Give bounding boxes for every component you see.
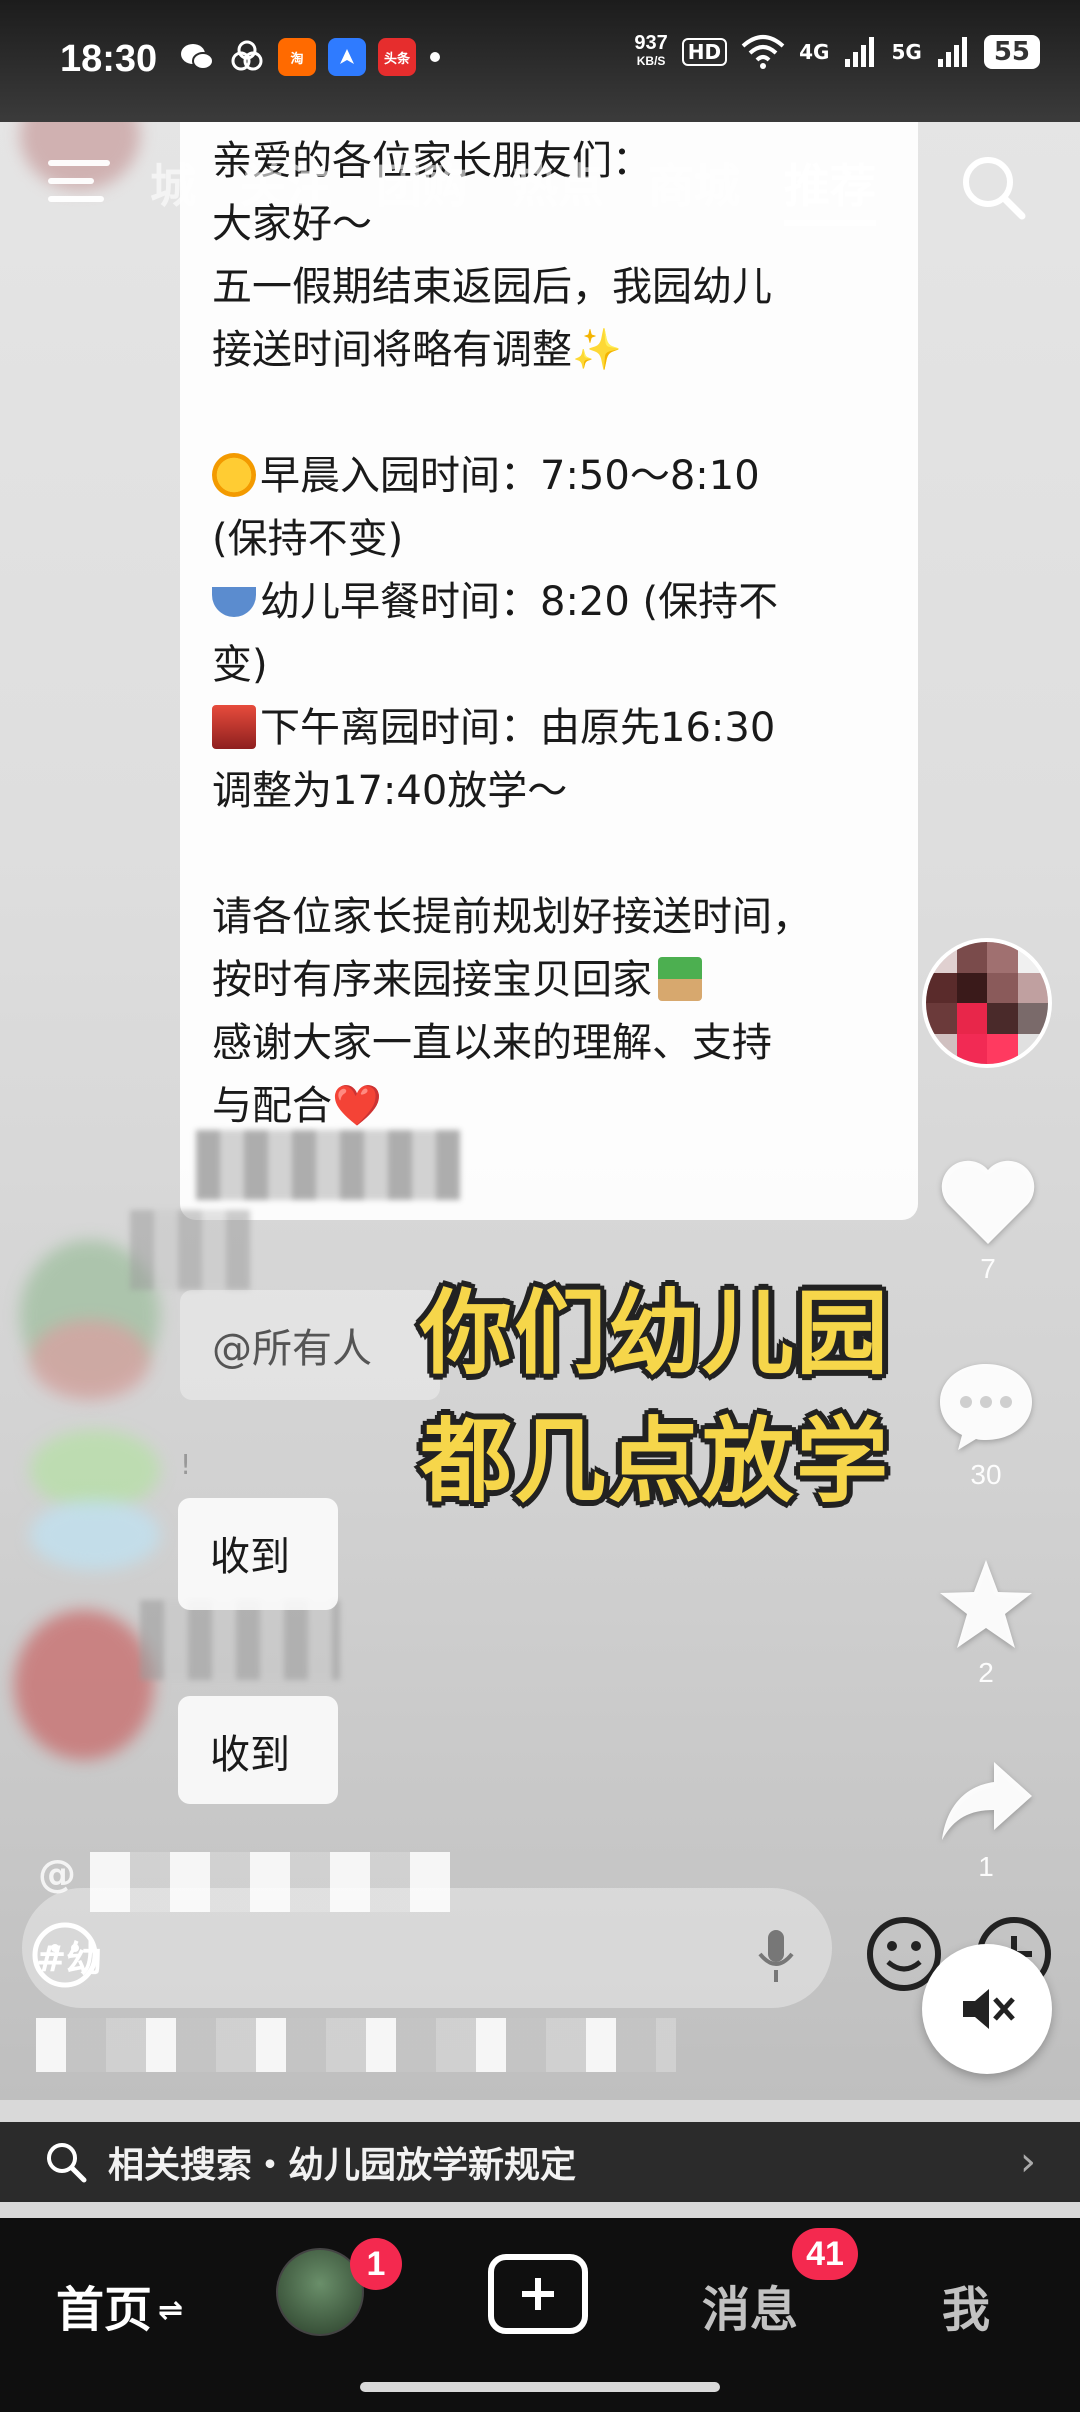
wifi-icon: [741, 35, 785, 69]
network-type-2: 5G: [891, 40, 922, 64]
afternoon-time: 下午离园时间：由原先16:30: [212, 697, 886, 760]
caption-line-2: 都几点放学: [420, 1408, 891, 1515]
heart-emoji-icon: ❤️: [332, 1083, 382, 1129]
creator-avatar[interactable]: [922, 938, 1052, 1068]
morning-note: (保持不变): [212, 516, 404, 562]
signal-icon: [937, 37, 967, 67]
share-button[interactable]: 1: [926, 1756, 1046, 1883]
tab-mall[interactable]: 商城: [648, 150, 740, 226]
redacted-name: [130, 1210, 250, 1290]
system-indicators: 937 KB/S HD 4G 5G 55: [634, 32, 1040, 70]
house-emoji-icon: [658, 957, 702, 1001]
network-speed: 937 KB/S: [634, 32, 668, 68]
comment-input-bar[interactable]: [22, 1888, 832, 2008]
reply-bubble: 收到: [178, 1498, 338, 1610]
star-icon: [940, 1560, 1032, 1648]
speaker-muted-icon: [963, 1989, 1015, 2029]
blurred-avatar: [30, 1430, 160, 1510]
wechat-icon: [178, 38, 216, 76]
notice-line-2: 接送时间将略有调整✨: [212, 327, 622, 373]
favorite-count: 2: [978, 1657, 994, 1688]
baidu-icon: [228, 38, 266, 76]
hashtag-text: #幼: [36, 1939, 103, 1980]
like-count: 7: [980, 1253, 996, 1284]
share-arrow-icon: [942, 1762, 1032, 1840]
notice-line-1: 五一假期结束返园后，我园幼儿: [212, 264, 772, 310]
redacted-name: [140, 1600, 340, 1680]
chevron-right-icon: ›: [1020, 2139, 1036, 2185]
clock: 18:30: [60, 38, 158, 80]
video-caption-overlay: 你们幼儿园 都几点放学: [420, 1270, 890, 1526]
plan-line-1: 请各位家长提前规划好接送时间，: [212, 894, 812, 940]
caption-line-1: 你们幼儿园: [420, 1280, 891, 1387]
reply-bubble: 收到: [178, 1696, 338, 1804]
tab-trending[interactable]: 热点: [512, 150, 604, 226]
heart-icon: [941, 1160, 1035, 1244]
nav-home[interactable]: 首页 ⇌: [56, 2270, 183, 2340]
like-button[interactable]: 7: [928, 1158, 1048, 1285]
redacted-name: [196, 1130, 460, 1200]
tab-recommend[interactable]: 推荐: [784, 150, 876, 226]
sun-emoji-icon: [212, 453, 256, 497]
tab-following[interactable]: 关注: [240, 150, 332, 226]
comment-icon: [940, 1364, 1032, 1450]
battery-level: 55: [983, 35, 1040, 69]
afternoon-note: 调整为17:40放学～: [212, 768, 568, 814]
friends-badge: 1: [350, 2238, 402, 2290]
top-tabs: 城 关注 团购 热点 商城 推荐: [150, 150, 876, 226]
sparkle-emoji: ✨: [572, 327, 622, 373]
mute-button[interactable]: [922, 1944, 1052, 2074]
nav-me[interactable]: 我: [942, 2270, 990, 2340]
share-count: 1: [978, 1851, 994, 1882]
thanks-line-1: 感谢大家一直以来的理解、支持: [212, 1020, 772, 1066]
hd-badge: HD: [681, 38, 728, 66]
taobao-flash-icon: 淘: [278, 38, 316, 76]
toutiao-icon: 头条: [378, 38, 416, 76]
blurred-avatar: [14, 1610, 154, 1760]
search-icon: [47, 2143, 87, 2183]
search-icon[interactable]: [958, 152, 1028, 222]
status-bar: 18:30 淘 头条 937 KB/S HD 4G 5G 55: [0, 0, 1080, 122]
related-search-bar[interactable]: 相关搜索・幼儿园放学新规定 ›: [0, 2122, 1080, 2202]
create-post-button[interactable]: [488, 2254, 588, 2334]
microphone-icon[interactable]: [756, 1926, 796, 1986]
tab-group-buy[interactable]: 团购: [376, 150, 468, 226]
breakfast-time: 幼儿早餐时间：8:20 (保持不: [212, 571, 886, 634]
signal-icon: [845, 37, 875, 67]
navigation-icon: [328, 38, 366, 76]
morning-time: 早晨入园时间：7:50～8:10: [212, 445, 886, 508]
blurred-avatar: [30, 1500, 160, 1570]
notification-icons: 淘 头条: [178, 38, 442, 76]
city-sunset-emoji-icon: [212, 705, 256, 749]
video-stage[interactable]: 亲爱的各位家长朋友们： 大家好～ 五一假期结束返园后，我园幼儿 接送时间将略有调…: [0, 0, 1080, 2100]
nav-messages[interactable]: 消息: [702, 2270, 798, 2340]
mention-bubble: @所有人: [180, 1290, 440, 1400]
home-indicator[interactable]: [360, 2382, 720, 2392]
related-search-label: 相关搜索・幼儿园放学新规定: [108, 2145, 577, 2186]
comment-button[interactable]: 30: [926, 1358, 1046, 1491]
comment-count: 30: [970, 1459, 1002, 1490]
bowl-emoji-icon: [212, 587, 256, 617]
announcement-message: 亲爱的各位家长朋友们： 大家好～ 五一假期结束返园后，我园幼儿 接送时间将略有调…: [180, 100, 918, 1220]
menu-icon[interactable]: [48, 160, 110, 206]
more-dot-icon: [428, 38, 442, 76]
plus-icon: [522, 2278, 554, 2310]
blurred-avatar: [30, 1320, 150, 1400]
exclamation-mark: !: [180, 1448, 192, 1481]
messages-badge: 41: [792, 2228, 858, 2280]
thanks-line-2: 与配合❤️: [212, 1083, 382, 1129]
switch-icon: ⇌: [158, 2293, 184, 2328]
plan-line-2: 按时有序来园接宝贝回家: [212, 949, 886, 1012]
mosaic-redaction: [36, 2018, 676, 2072]
tab-mall-partial[interactable]: 城: [150, 150, 196, 226]
breakfast-note: 变): [212, 642, 268, 688]
favorite-button[interactable]: 2: [926, 1556, 1046, 1689]
network-type-1: 4G: [799, 40, 830, 64]
